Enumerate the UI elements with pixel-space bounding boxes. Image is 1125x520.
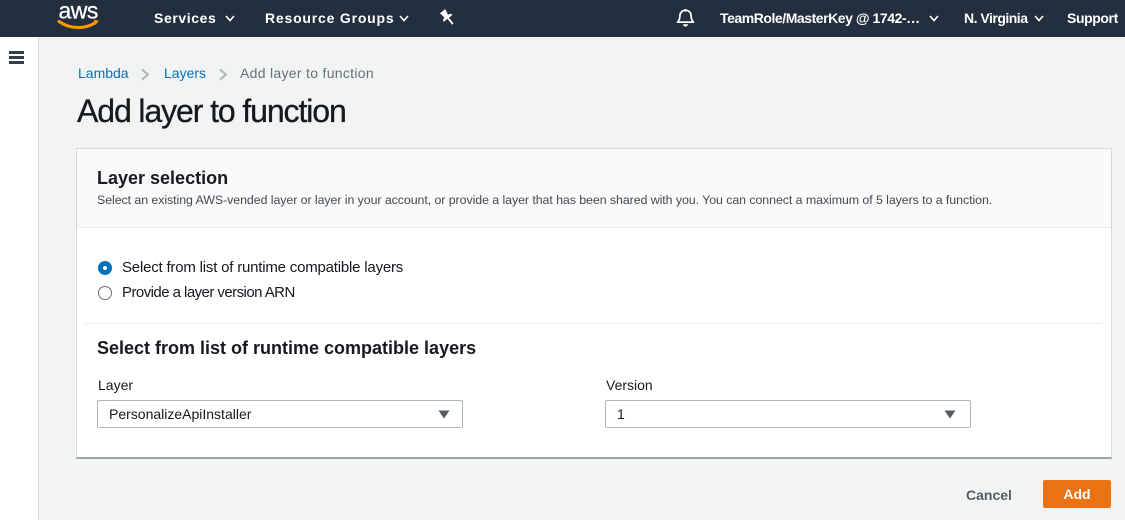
svg-text:aws: aws	[59, 0, 98, 24]
